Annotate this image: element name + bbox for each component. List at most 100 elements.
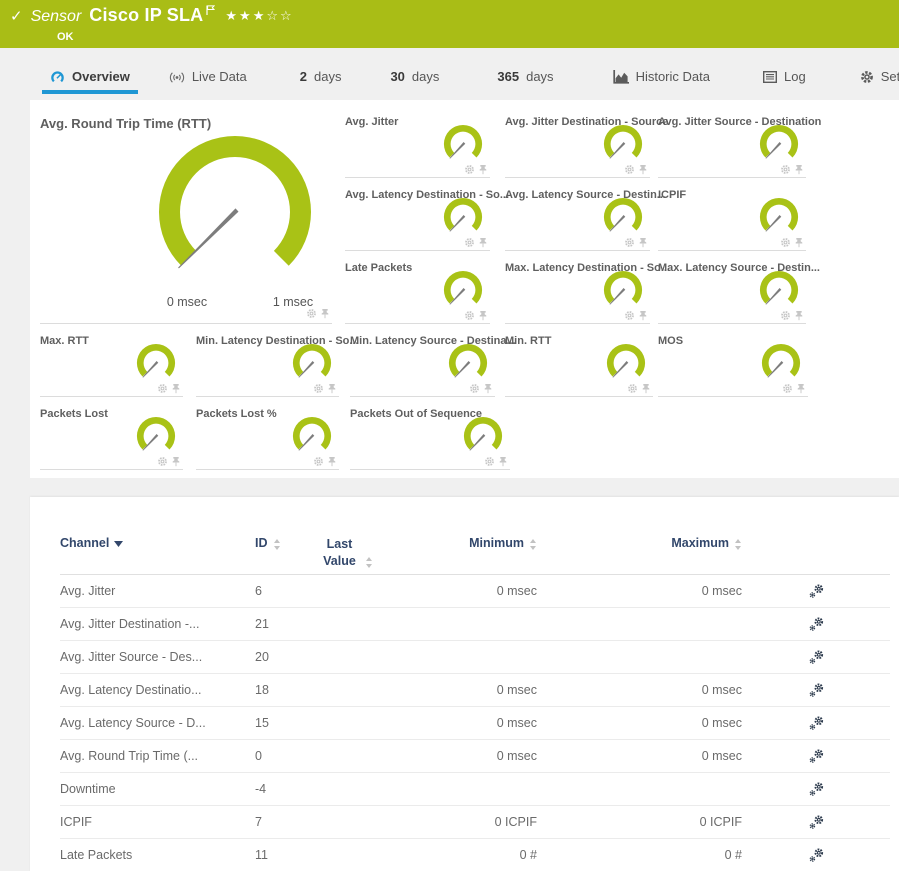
table-row[interactable]: Avg. Jitter Destination -...21 (60, 608, 890, 641)
channel-settings-gears-icon[interactable] (780, 715, 860, 731)
pin-icon[interactable] (327, 456, 337, 467)
pin-icon[interactable] (498, 456, 508, 467)
gear-icon[interactable] (313, 456, 324, 467)
channels-panel: Channel ID Last Value Minimum Maximum Av… (30, 497, 899, 871)
gear-icon[interactable] (624, 310, 635, 321)
channel-settings-gears-icon[interactable] (780, 682, 860, 698)
channel-name: Late Packets (60, 848, 255, 862)
pin-icon[interactable] (641, 383, 651, 394)
tab-bar: Overview Live Data 2days 30days 365 days Histo… (0, 48, 899, 94)
col-header-channel[interactable]: Channel (60, 527, 255, 550)
channel-settings-gears-icon[interactable] (780, 616, 860, 632)
pin-icon[interactable] (638, 237, 648, 248)
tab-label: days (526, 69, 553, 84)
gear-icon[interactable] (624, 237, 635, 248)
gear-icon[interactable] (464, 164, 475, 175)
channel-id: 15 (255, 716, 300, 730)
channel-name: Avg. Latency Destinatio... (60, 683, 255, 697)
flag-icon[interactable] (206, 2, 215, 20)
sensor-name: Cisco IP SLA (89, 5, 203, 26)
tab-overview[interactable]: Overview (42, 62, 138, 94)
pin-icon[interactable] (794, 237, 804, 248)
channel-settings-gears-icon[interactable] (780, 847, 860, 863)
gear-icon[interactable] (313, 383, 324, 394)
tab-historic-data[interactable]: Historic Data (605, 62, 718, 94)
broadcast-icon (169, 71, 185, 84)
table-row[interactable]: Avg. Jitter60 msec0 msec (60, 575, 890, 608)
gear-icon[interactable] (464, 310, 475, 321)
gauge-cell: Max. RTT (40, 331, 183, 397)
tab-log[interactable]: Log (755, 62, 814, 94)
gear-icon[interactable] (306, 308, 317, 319)
main-gauge: Avg. Round Trip Time (RTT) 0 msec 1 msec (40, 112, 332, 324)
pin-icon[interactable] (638, 164, 648, 175)
table-row[interactable]: Avg. Round Trip Time (...00 msec0 msec (60, 740, 890, 773)
gear-icon[interactable] (780, 237, 791, 248)
tab-live-data[interactable]: Live Data (161, 62, 255, 94)
gauge-arc[interactable] (150, 130, 322, 287)
channel-maximum: 0 msec (585, 584, 780, 598)
pin-icon[interactable] (638, 310, 648, 321)
channel-settings-gears-icon[interactable] (780, 748, 860, 764)
gear-icon[interactable] (484, 456, 495, 467)
pin-icon[interactable] (478, 237, 488, 248)
gauge-min-label: 0 msec (156, 295, 218, 309)
col-header-minimum[interactable]: Minimum (390, 527, 585, 550)
channel-settings-gears-icon[interactable] (780, 649, 860, 665)
channel-id: 0 (255, 749, 300, 763)
gear-icon[interactable] (469, 383, 480, 394)
tab-number: 365 (497, 69, 519, 84)
pin-icon[interactable] (171, 383, 181, 394)
gear-icon[interactable] (780, 310, 791, 321)
channel-settings-gears-icon[interactable] (780, 814, 860, 830)
tab-label: days (412, 69, 439, 84)
channel-minimum: 0 msec (390, 683, 585, 697)
pin-icon[interactable] (320, 308, 330, 319)
gear-icon[interactable] (157, 456, 168, 467)
pin-icon[interactable] (794, 164, 804, 175)
table-row[interactable]: Late Packets110 #0 # (60, 839, 890, 871)
col-header-maximum[interactable]: Maximum (585, 527, 780, 550)
channel-maximum: 0 # (585, 848, 780, 862)
channel-id: 7 (255, 815, 300, 829)
gear-icon[interactable] (464, 237, 475, 248)
tab-label: Log (784, 69, 806, 84)
chart-icon (613, 70, 629, 84)
table-row[interactable]: ICPIF70 ICPIF0 ICPIF (60, 806, 890, 839)
pin-icon[interactable] (794, 310, 804, 321)
status-badge: OK (57, 31, 74, 43)
pin-icon[interactable] (171, 456, 181, 467)
pin-icon[interactable] (327, 383, 337, 394)
priority-stars[interactable]: ★★★☆☆ (225, 8, 293, 24)
pin-icon[interactable] (796, 383, 806, 394)
gear-icon[interactable] (624, 164, 635, 175)
gear-icon (860, 70, 874, 84)
pin-icon[interactable] (478, 310, 488, 321)
pin-icon[interactable] (478, 164, 488, 175)
status-check-icon: ✓ (10, 7, 23, 25)
col-header-actions (780, 527, 860, 536)
table-row[interactable]: Avg. Jitter Source - Des...20 (60, 641, 890, 674)
table-row[interactable]: Avg. Latency Destinatio...180 msec0 msec (60, 674, 890, 707)
col-header-id[interactable]: ID (255, 527, 300, 550)
tab-label: Settings (881, 69, 899, 84)
channel-minimum: 0 ICPIF (390, 815, 585, 829)
gear-icon[interactable] (782, 383, 793, 394)
tab-settings[interactable]: Settings (852, 62, 899, 94)
channel-name: Avg. Round Trip Time (... (60, 749, 255, 763)
channel-settings-gears-icon[interactable] (780, 583, 860, 599)
sort-icon (365, 557, 373, 568)
channel-minimum: 0 msec (390, 584, 585, 598)
tab-days[interactable]: 365 days (489, 62, 561, 94)
tab-days[interactable]: 30days (382, 62, 447, 94)
col-header-last-value[interactable]: Last Value (300, 527, 390, 570)
gear-icon[interactable] (157, 383, 168, 394)
tab-label: Historic Data (636, 69, 710, 84)
channel-settings-gears-icon[interactable] (780, 781, 860, 797)
gear-icon[interactable] (627, 383, 638, 394)
table-row[interactable]: Downtime-4 (60, 773, 890, 806)
tab-days[interactable]: 2days (292, 62, 350, 94)
gear-icon[interactable] (780, 164, 791, 175)
pin-icon[interactable] (483, 383, 493, 394)
table-row[interactable]: Avg. Latency Source - D...150 msec0 msec (60, 707, 890, 740)
